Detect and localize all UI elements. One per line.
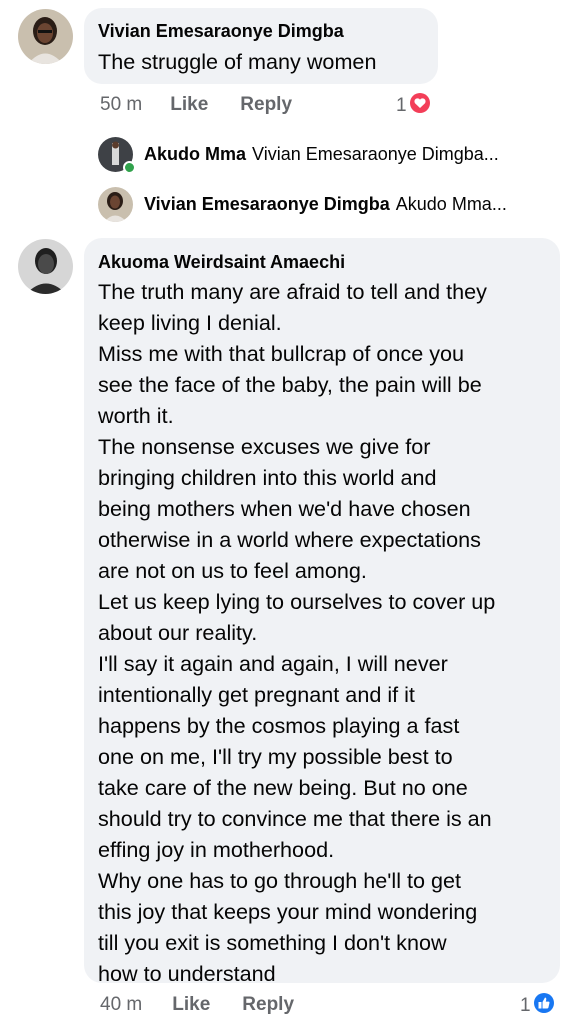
reply-author[interactable]: Akudo Mma [144,144,246,165]
like-button[interactable]: Like [170,94,208,116]
comment-text: The truth many are afraid to tell and th… [98,279,496,986]
comment-author[interactable]: Vivian Emesaraonye Dimgba [98,21,344,42]
avatar[interactable] [98,187,133,222]
comment-bubble: Akuoma Weirdsaint Amaechi The truth many… [84,238,560,986]
reply-button[interactable]: Reply [240,94,292,116]
reply-item[interactable]: Akudo Mma Vivian Emesaraonye Dimgba... [144,144,499,165]
reaction-count: 1 [396,95,407,116]
comment-timestamp[interactable]: 40 m [100,994,142,1016]
love-reaction-icon [409,92,431,120]
comment-text: The struggle of many women [98,49,377,74]
comment-author[interactable]: Akuoma Weirdsaint Amaechi [98,252,345,273]
reply-item[interactable]: Vivian Emesaraonye Dimgba Akudo Mma... [144,194,507,215]
avatar[interactable] [18,9,73,64]
reaction-summary[interactable]: 1 [396,92,431,120]
reaction-count: 1 [520,995,531,1016]
avatar[interactable] [18,239,73,294]
reply-button[interactable]: Reply [242,994,294,1016]
reply-preview: Vivian Emesaraonye Dimgba... [252,144,499,164]
comment-timestamp[interactable]: 50 m [100,94,142,116]
like-button[interactable]: Like [172,994,210,1016]
online-status-indicator [123,161,136,174]
reply-author[interactable]: Vivian Emesaraonye Dimgba [144,194,390,215]
comment-actions: 50 m Like Reply [100,94,292,116]
like-reaction-icon [533,992,555,1020]
comment-bubble: Vivian Emesaraonye Dimgba The struggle o… [84,8,438,84]
comment-actions: 40 m Like Reply [100,994,294,1016]
reaction-summary[interactable]: 1 [520,992,555,1020]
reply-preview: Akudo Mma... [395,194,507,214]
